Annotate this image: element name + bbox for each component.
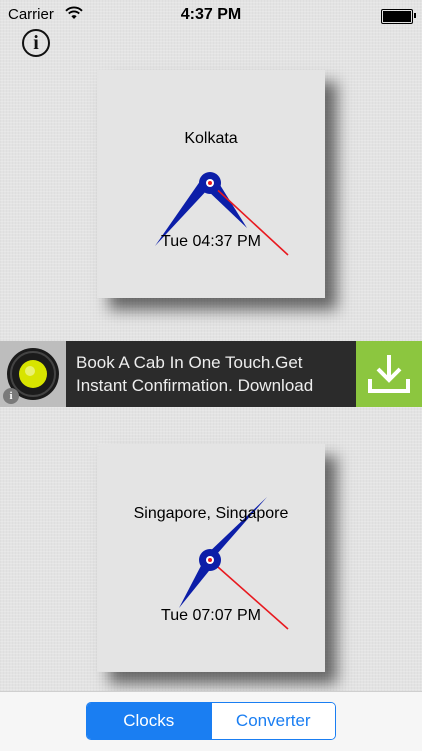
status-bar: Carrier 4:37 PM [0, 0, 422, 30]
clock-time: Tue 07:07 PM [161, 607, 261, 624]
clock-card-singapore: Singapore, Singapore Tue 07:07 PM [97, 444, 325, 672]
clock-face-singapore [179, 497, 289, 630]
hub-center [208, 181, 212, 185]
clock-city: Kolkata [184, 130, 238, 147]
tab-clocks[interactable]: Clocks [87, 703, 211, 739]
hub-center [208, 558, 212, 562]
ad-app-icon[interactable]: i [0, 341, 66, 407]
clock-card-kolkata: Kolkata Tue 04:37 PM [97, 70, 325, 298]
bottom-toolbar: Clocks Converter [0, 691, 422, 751]
tab-converter[interactable]: Converter [210, 703, 335, 739]
ad-text[interactable]: Book A Cab In One Touch.Get Instant Conf… [76, 351, 348, 397]
download-icon [368, 355, 410, 393]
clock-face-kolkata [155, 172, 289, 256]
clock-time: Tue 04:37 PM [161, 233, 261, 250]
battery-icon [381, 9, 416, 24]
ad-download-button[interactable] [356, 341, 422, 407]
ad-info-icon[interactable]: i [3, 388, 19, 404]
status-time: 4:37 PM [180, 6, 242, 23]
clock-city: Singapore, Singapore [133, 505, 289, 522]
view-segmented-control: Clocks Converter [86, 702, 336, 740]
ad-banner[interactable]: i Book A Cab In One Touch.Get Instant Co… [0, 341, 422, 407]
info-button[interactable]: i [22, 29, 50, 57]
